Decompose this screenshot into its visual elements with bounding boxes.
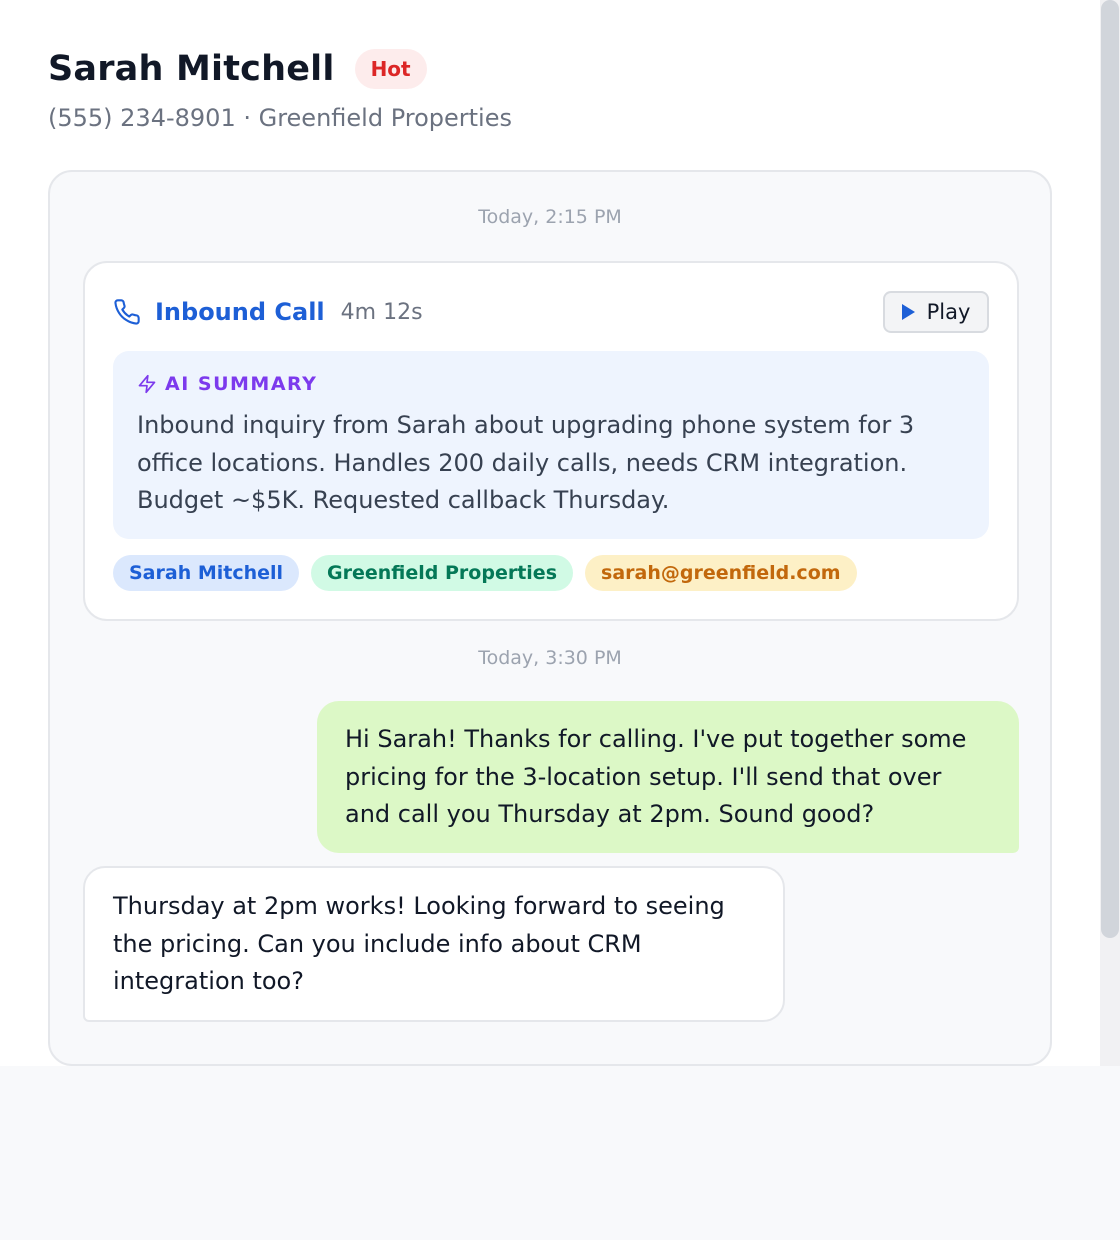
play-label: Play [926, 300, 971, 324]
call-card: Inbound Call 4m 12s Play AI SUMMARY Inbo… [83, 261, 1019, 621]
play-button[interactable]: Play [883, 291, 989, 333]
status-badge: Hot [354, 49, 427, 89]
contact-name: Sarah Mitchell [48, 49, 335, 89]
ai-summary-heading: AI SUMMARY [137, 371, 317, 397]
contact-header: Sarah Mitchell Hot [48, 46, 427, 92]
tag-contact-name[interactable]: Sarah Mitchell [113, 555, 300, 591]
call-duration: 4m 12s [340, 299, 423, 325]
outbound-message: Hi Sarah! Thanks for calling. I've put t… [317, 701, 1019, 853]
inbound-message: Thursday at 2pm works! Looking forward t… [83, 866, 785, 1022]
call-timestamp: Today, 2:15 PM [478, 206, 622, 228]
conversation-thread: Today, 2:15 PM Inbound Call 4m 12s Play [48, 170, 1052, 1066]
contact-subtitle: (555) 234-8901 · Greenfield Properties [48, 104, 512, 132]
call-title: Inbound Call [155, 298, 325, 326]
contact-detail-page: Sarah Mitchell Hot (555) 234-8901 · Gree… [0, 0, 1100, 1066]
ai-summary-label: AI SUMMARY [165, 373, 318, 395]
call-header: Inbound Call 4m 12s [113, 297, 423, 327]
bolt-icon [137, 373, 157, 395]
tag-company[interactable]: Greenfield Properties [311, 555, 574, 591]
ai-summary-text: Inbound inquiry from Sarah about upgradi… [137, 411, 915, 514]
entity-tags: Sarah Mitchell Greenfield Properties sar… [113, 555, 857, 591]
scrollbar-thumb[interactable] [1101, 0, 1119, 938]
tag-email[interactable]: sarah@greenfield.com [585, 555, 857, 591]
phone-icon [113, 298, 141, 326]
ai-summary: AI SUMMARY Inbound inquiry from Sarah ab… [113, 351, 989, 539]
play-icon [901, 304, 915, 320]
message-timestamp: Today, 3:30 PM [478, 647, 622, 669]
